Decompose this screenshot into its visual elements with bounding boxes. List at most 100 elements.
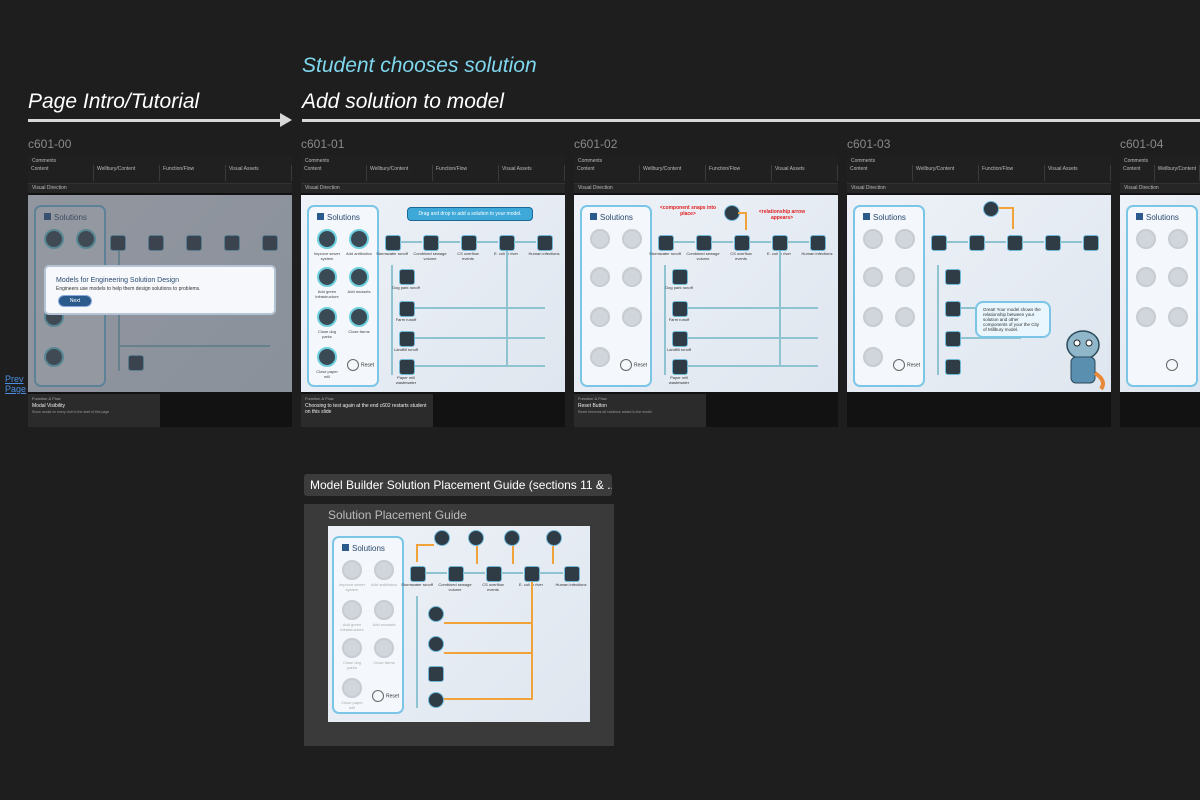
- screen-canvas: Solutions: [1120, 195, 1200, 392]
- node-label: Dog park runoff: [392, 285, 420, 290]
- comment-col: Content: [301, 165, 367, 181]
- solution-item[interactable]: Close farms: [370, 638, 398, 665]
- solution-icon: [1136, 267, 1156, 287]
- solution-add-mussels[interactable]: Add mussels: [345, 267, 373, 294]
- relationship-arrow: [476, 546, 478, 564]
- relationship-arrow: [1012, 207, 1014, 229]
- frame-label-04[interactable]: c601-04: [1120, 137, 1163, 151]
- solution-item[interactable]: [586, 229, 614, 251]
- solution-add-antibiotics[interactable]: Add antibiotics: [345, 229, 373, 256]
- solution-item[interactable]: [859, 267, 887, 289]
- solution-item[interactable]: [891, 307, 919, 329]
- frame-label-01[interactable]: c601-01: [301, 137, 344, 151]
- dog-park-icon: [317, 307, 337, 327]
- frame-c601-02[interactable]: Comments Content Wellbury/Content Function…: [574, 155, 838, 427]
- reset-label: Reset: [386, 693, 400, 700]
- model-wire: [1022, 241, 1044, 243]
- solution-close-dog-parks[interactable]: Close dog parks: [313, 307, 341, 339]
- solution-item[interactable]: [586, 347, 614, 369]
- solution-item[interactable]: [1132, 307, 1160, 329]
- solution-item[interactable]: Add green infrastructure: [338, 600, 366, 632]
- node-label: Stormwater runoff: [401, 582, 433, 587]
- solution-item[interactable]: [1132, 229, 1160, 251]
- solutions-title: Solutions: [863, 213, 906, 222]
- frame-label-03[interactable]: c601-03: [847, 137, 890, 151]
- notes-subtext: Show modal on every visit to the start o…: [32, 410, 110, 414]
- solution-close-paper-mill[interactable]: Close paper mill: [313, 347, 341, 379]
- placement-guide-tag[interactable]: Model Builder Solution Placement Guide (…: [304, 474, 612, 496]
- solution-label: Add antibiotics: [345, 251, 372, 256]
- solution-item[interactable]: [859, 307, 887, 329]
- model-node: [564, 566, 580, 582]
- solution-item[interactable]: Close paper mill: [338, 678, 366, 710]
- model-node: [524, 566, 540, 582]
- next-button[interactable]: Next: [58, 295, 92, 307]
- frame-c601-03[interactable]: Comments Content Wellbury/Content Function…: [847, 155, 1111, 427]
- frame-c601-04[interactable]: Comments Content Wellbury/Content Visual …: [1120, 155, 1200, 427]
- reset-button[interactable]: Reset: [893, 359, 920, 371]
- frame-label-00[interactable]: c601-00: [28, 137, 71, 151]
- solution-icon: [622, 307, 642, 327]
- solution-item[interactable]: [586, 267, 614, 289]
- solution-icon: [374, 638, 394, 658]
- solution-improve-sewer[interactable]: Improve sewer system: [313, 229, 341, 261]
- visual-direction-header: Visual Direction: [301, 184, 565, 193]
- reset-icon: [372, 690, 384, 702]
- solution-label: Close paper mill: [341, 700, 363, 710]
- model-node: [734, 235, 750, 251]
- model-node: [537, 235, 553, 251]
- solution-item[interactable]: [586, 307, 614, 329]
- reset-button[interactable]: [1166, 359, 1180, 371]
- placement-guide-frame[interactable]: Solution Placement Guide Solutions Impro…: [304, 504, 614, 746]
- solution-item[interactable]: [618, 307, 646, 329]
- model-wire: [416, 596, 418, 708]
- model-node: [810, 235, 826, 251]
- solution-item[interactable]: Add antibiotics: [370, 560, 398, 587]
- notes-header: Function & Flow: [32, 396, 61, 401]
- solution-item[interactable]: [1164, 307, 1192, 329]
- solution-close-farms[interactable]: Close farms: [345, 307, 373, 334]
- relationship-arrow-note: <relationship arrow appears>: [758, 209, 806, 221]
- solution-item[interactable]: [618, 267, 646, 289]
- visual-direction-header: Visual Direction: [28, 184, 292, 193]
- reset-button[interactable]: Reset: [347, 359, 374, 371]
- solution-icon: [1136, 307, 1156, 327]
- comment-col: Function/Flow: [433, 165, 499, 181]
- model-node: [385, 235, 401, 251]
- solution-item[interactable]: [891, 229, 919, 251]
- comment-col: Wellbury/Content: [640, 165, 706, 181]
- reset-button[interactable]: Reset: [620, 359, 647, 371]
- solution-item[interactable]: Close dog parks: [338, 638, 366, 670]
- solution-item[interactable]: Add mussels: [370, 600, 398, 627]
- solution-label: Add mussels: [372, 622, 396, 627]
- solution-icon: [590, 267, 610, 287]
- model-node: [399, 331, 415, 347]
- solution-icon: [374, 560, 394, 580]
- frame-label-02[interactable]: c601-02: [574, 137, 617, 151]
- prev-page-link[interactable]: Prev Page: [5, 374, 27, 394]
- model-wire: [415, 307, 545, 309]
- solution-green-infrastructure[interactable]: Add green infrastructure: [313, 267, 341, 299]
- comment-col: Visual Assets: [226, 165, 292, 181]
- solution-item[interactable]: [618, 229, 646, 251]
- solution-label: Close dog parks: [317, 329, 336, 339]
- drag-drop-callout: Drag and drop to add a solution to your …: [407, 207, 533, 221]
- comment-col: Function/Flow: [160, 165, 226, 181]
- reset-icon: [893, 359, 905, 371]
- solution-item[interactable]: [1164, 229, 1192, 251]
- solutions-title-text: Solutions: [873, 213, 906, 222]
- solution-item[interactable]: [859, 347, 887, 369]
- frame-c601-01[interactable]: Comments Content Wellbury/Content Function…: [301, 155, 565, 427]
- solution-item[interactable]: Improve sewer system: [338, 560, 366, 592]
- reset-button[interactable]: Reset: [372, 690, 399, 702]
- solution-item[interactable]: [891, 267, 919, 289]
- solution-item[interactable]: [1132, 267, 1160, 289]
- solution-item[interactable]: [1164, 267, 1192, 289]
- model-node: [945, 301, 961, 317]
- comments-panel: Comments Content Wellbury/Content Function…: [574, 155, 838, 184]
- screen-canvas: Solutions Reset <component snaps into pl…: [574, 195, 838, 392]
- solution-icon: [590, 307, 610, 327]
- comments-panel: Comments Content Wellbury/Content Function…: [301, 155, 565, 184]
- solution-item[interactable]: [859, 229, 887, 251]
- frame-c601-00[interactable]: Comments Content Wellbury/Content Function…: [28, 155, 292, 427]
